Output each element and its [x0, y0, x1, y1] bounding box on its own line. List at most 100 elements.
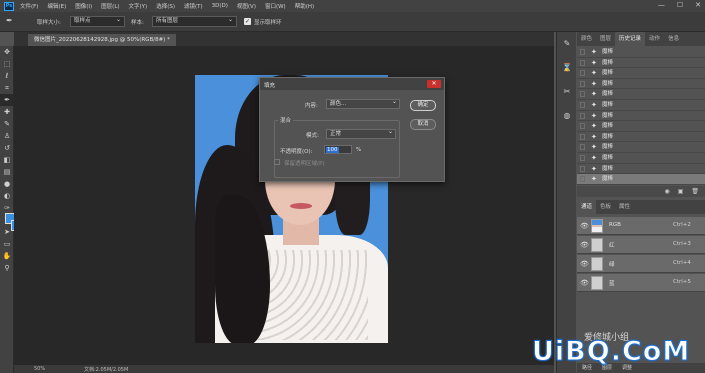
history-item[interactable]: ✦ 魔棒 — [577, 79, 705, 90]
history-item[interactable]: ✦ 魔棒 — [577, 142, 705, 153]
history-snapshot-checkbox[interactable] — [580, 144, 585, 151]
history-snapshot-checkbox[interactable] — [580, 102, 585, 108]
history-item-label: 魔棒 — [602, 49, 614, 55]
lips-shape — [290, 203, 312, 209]
history-item[interactable]: ✦ 魔棒 — [577, 132, 705, 143]
content-select[interactable]: 颜色... — [326, 98, 400, 109]
crop-tool-icon[interactable]: ⌗ — [0, 82, 14, 94]
history-item[interactable]: ✦ 魔棒 — [577, 164, 705, 175]
eyedropper-icon[interactable]: ✒ — [6, 16, 13, 25]
dialog-close-icon[interactable]: ✕ — [427, 80, 441, 88]
marquee-tool-icon[interactable]: ⬚ — [0, 58, 14, 70]
eye-icon[interactable]: 👁 — [580, 260, 589, 268]
opacity-input[interactable]: 100 — [324, 145, 352, 154]
lasso-tool-icon[interactable]: ℓ — [0, 70, 14, 82]
history-item[interactable]: ✦ 魔棒 — [577, 121, 705, 132]
tab-channels[interactable]: 通道 — [577, 200, 597, 214]
history-item[interactable]: ✦ 魔棒 — [577, 68, 705, 79]
zoom-tool-icon[interactable]: ⚲ — [0, 262, 14, 274]
camera-icon[interactable]: ◉ — [664, 186, 669, 197]
maximize-button[interactable]: ☐ — [677, 1, 683, 9]
history-snapshot-checkbox[interactable] — [580, 91, 585, 98]
history-snapshot-checkbox[interactable] — [580, 176, 585, 183]
channel-row-rgb[interactable]: 👁 RGB Ctrl+2 — [577, 217, 705, 235]
menu-file[interactable]: 文件(F) — [20, 2, 38, 10]
menu-image[interactable]: 图像(I) — [75, 2, 92, 10]
channel-thumbnail — [591, 257, 603, 271]
history-item[interactable]: ✦ 魔棒 — [577, 58, 705, 69]
tab-info[interactable]: 信息 — [664, 32, 683, 46]
history-snapshot-checkbox[interactable] — [580, 49, 585, 55]
mode-select[interactable]: 正常 — [326, 128, 396, 139]
minimize-button[interactable]: — — [658, 1, 665, 9]
tab-actions[interactable]: 动作 — [645, 32, 664, 46]
ok-button[interactable]: 确定 — [410, 100, 436, 111]
history-brush-icon[interactable]: ↺ — [0, 142, 14, 154]
gradient-tool-icon[interactable]: ▤ — [0, 166, 14, 178]
menu-edit[interactable]: 编辑(E) — [47, 2, 66, 10]
zoom-level[interactable]: 50% — [34, 366, 45, 372]
move-tool-icon[interactable]: ✥ — [0, 46, 14, 58]
sample-select[interactable]: 所有图层 — [152, 15, 237, 27]
cancel-button[interactable]: 取消 — [410, 119, 436, 130]
history-snapshot-checkbox[interactable] — [580, 123, 585, 130]
new-document-icon[interactable]: ▣ — [678, 186, 684, 197]
channel-row-green[interactable]: 👁 绿 Ctrl+4 — [577, 255, 705, 273]
blur-tool-icon[interactable]: ● — [0, 178, 14, 190]
menu-help[interactable]: 帮助(H) — [295, 2, 314, 10]
brush-settings-icon[interactable]: ✎ — [557, 32, 577, 56]
menu-type[interactable]: 文字(Y) — [129, 2, 148, 10]
history-item[interactable]: ✦ 魔棒 — [577, 47, 705, 58]
tab-color[interactable]: 颜色 — [577, 32, 596, 46]
preserve-transparency-label: 保留透明区域(P) — [284, 161, 325, 167]
tab-swatches[interactable]: 色板 — [596, 200, 615, 214]
menu-3d[interactable]: 3D(D) — [212, 3, 228, 9]
healing-brush-icon[interactable]: ✚ — [0, 106, 14, 118]
history-snapshot-checkbox[interactable] — [580, 133, 585, 140]
eyedropper-tool-icon[interactable]: ✒ — [0, 94, 14, 106]
tab-history[interactable]: 历史记录 — [615, 32, 646, 46]
eye-icon[interactable]: 👁 — [580, 222, 589, 230]
dialog-titlebar[interactable]: 填充 ✕ — [260, 78, 444, 90]
rectangle-tool-icon[interactable]: ▭ — [0, 238, 14, 250]
scissors-icon[interactable]: ✂ — [557, 80, 577, 104]
show-ring-checkbox[interactable]: ✓ — [244, 18, 251, 25]
preserve-transparency-checkbox[interactable] — [274, 159, 280, 165]
clone-stamp-icon[interactable]: ♙ — [0, 130, 14, 142]
channel-row-blue[interactable]: 👁 蓝 Ctrl+5 — [577, 274, 705, 292]
channel-row-red[interactable]: 👁 红 Ctrl+3 — [577, 236, 705, 254]
history-item[interactable]: ✦ 魔棒 — [577, 153, 705, 164]
tab-layers[interactable]: 图层 — [596, 32, 615, 46]
sample-label: 样本: — [131, 20, 144, 26]
eye-icon[interactable]: 👁 — [580, 241, 589, 249]
hand-tool-icon[interactable]: ✋ — [0, 250, 14, 262]
character-icon[interactable]: ◍ — [557, 104, 577, 128]
trash-icon[interactable]: 🗑 — [691, 186, 699, 197]
brush-tool-icon[interactable]: ✎ — [0, 118, 14, 130]
menu-window[interactable]: 窗口(W) — [265, 2, 286, 10]
history-snapshot-checkbox[interactable] — [580, 112, 585, 119]
document-tab[interactable]: 微信图片_20220628142928.jpg @ 50%(RGB/8#) * — [28, 34, 176, 46]
menu-select[interactable]: 选择(S) — [156, 2, 175, 10]
history-snapshot-checkbox[interactable] — [580, 80, 585, 87]
history-item[interactable]: ✦ 魔棒 — [577, 174, 705, 185]
eraser-tool-icon[interactable]: ◧ — [0, 154, 14, 166]
sample-size-select[interactable]: 取样点 — [70, 15, 125, 27]
history-item[interactable]: ✦ 魔棒 — [577, 100, 705, 111]
history-snapshot-checkbox[interactable] — [580, 70, 585, 77]
eye-icon[interactable]: 👁 — [580, 279, 589, 287]
photoshop-window: Ps 文件(F) 编辑(E) 图像(I) 图层(L) 文字(Y) 选择(S) 滤… — [0, 0, 705, 373]
options-bar: ✒ 取样大小: 取样点 样本: 所有图层 ✓ 显示取样环 — [0, 12, 705, 32]
history-snapshot-checkbox[interactable] — [580, 165, 585, 172]
menu-filter[interactable]: 滤镜(T) — [184, 2, 203, 10]
dodge-tool-icon[interactable]: ◐ — [0, 190, 14, 202]
close-button[interactable]: ✕ — [695, 1, 701, 9]
history-item[interactable]: ✦ 魔棒 — [577, 111, 705, 122]
history-snapshot-checkbox[interactable] — [580, 59, 585, 66]
history-snapshot-checkbox[interactable] — [580, 155, 585, 161]
history-panel-icon[interactable]: ⌛ — [557, 56, 577, 80]
tab-properties[interactable]: 属性 — [615, 200, 634, 214]
menu-view[interactable]: 视图(V) — [237, 2, 256, 10]
menu-layer[interactable]: 图层(L) — [101, 2, 119, 10]
history-item[interactable]: ✦ 魔棒 — [577, 89, 705, 100]
